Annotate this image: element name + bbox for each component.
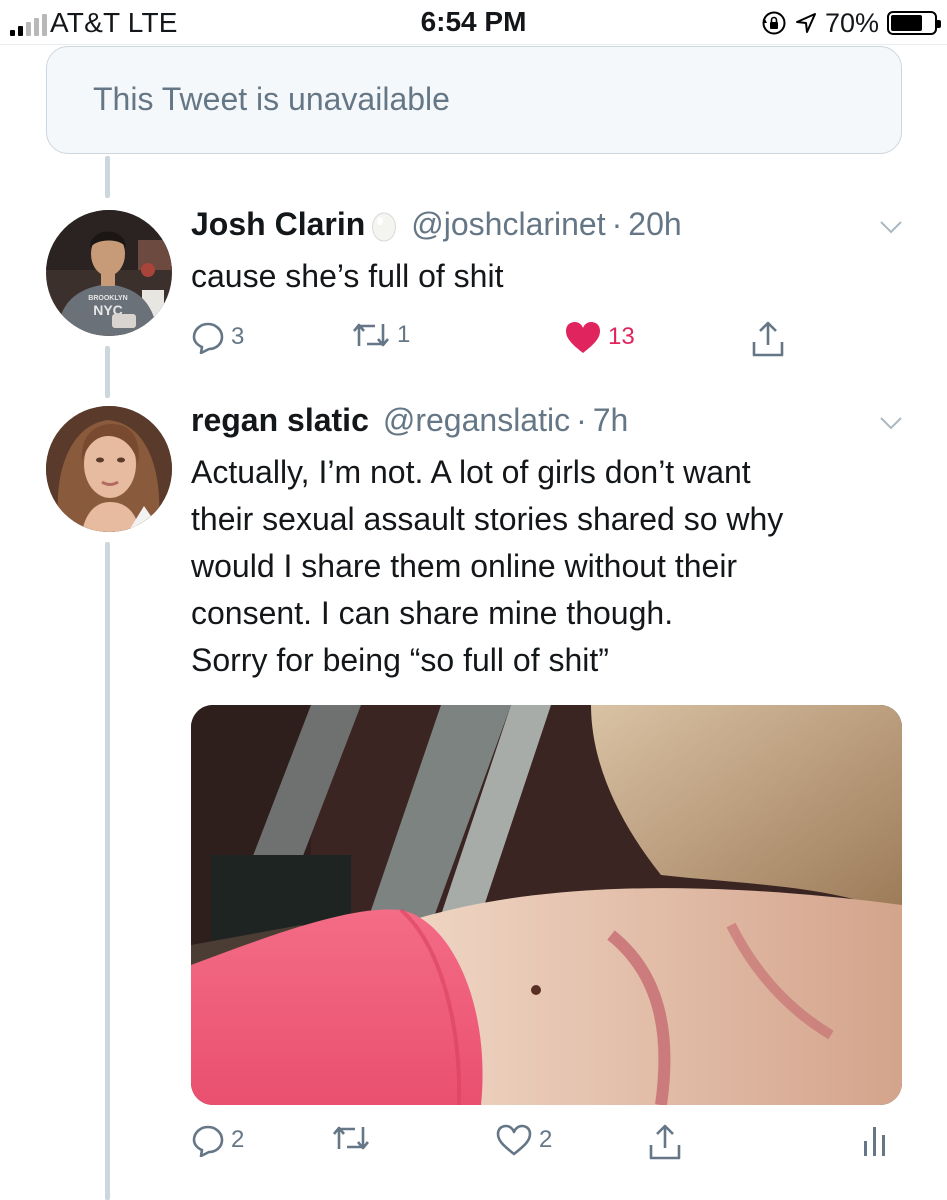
retweet-icon: [333, 1126, 369, 1150]
thread-line: [105, 542, 110, 1200]
separator-dot: ·: [611, 206, 623, 242]
display-name[interactable]: Josh Clarin: [191, 206, 365, 243]
thread-line: [105, 156, 110, 198]
reply-count: 2: [231, 1126, 245, 1153]
retweet-button[interactable]: [331, 1123, 377, 1153]
tweet-header: regan slatic @reganslatic · 7h: [191, 402, 628, 439]
avatar[interactable]: BROOKLYN NYC: [46, 210, 172, 336]
svg-text:BROOKLYN: BROOKLYN: [88, 295, 127, 302]
tweet-text-line: consent. I can share mine though.: [191, 595, 674, 631]
like-button[interactable]: 2: [495, 1123, 552, 1157]
unavailable-tweet-card: This Tweet is unavailable: [46, 46, 902, 154]
tweet-text: cause she’s full of shit: [191, 253, 503, 300]
share-button[interactable]: [751, 320, 785, 358]
tweet-photo[interactable]: [191, 705, 902, 1105]
battery-percent: 70%: [824, 7, 879, 38]
user-handle[interactable]: @joshclarinet: [411, 206, 605, 243]
unavailable-message: This Tweet is unavailable: [93, 81, 450, 117]
share-icon: [752, 321, 784, 357]
reply-button[interactable]: 3: [191, 320, 244, 354]
reply-button[interactable]: 2: [191, 1123, 244, 1157]
tweet-text-line: cause she’s full of shit: [191, 258, 504, 294]
status-bar: AT&T LTE 6:54 PM 70%: [0, 0, 947, 46]
egg-icon: [372, 212, 397, 241]
tweet-actions: 3 1 13: [191, 320, 811, 360]
analytics-icon: [864, 1127, 885, 1156]
reply-icon: [192, 322, 224, 354]
tweet-text-line: their sexual assault stories shared so w…: [191, 501, 784, 537]
avatar[interactable]: [46, 406, 172, 532]
chevron-down-icon[interactable]: [879, 416, 903, 430]
heart-filled-icon: [566, 322, 600, 353]
share-icon: [649, 1124, 681, 1160]
separator-dot: ·: [576, 402, 587, 438]
rotation-lock-icon: [762, 11, 786, 35]
tweet-text-line: would I share them online without their: [191, 548, 738, 584]
reply-count: 3: [231, 323, 245, 350]
analytics-button[interactable]: [863, 1123, 887, 1157]
tweet-timestamp[interactable]: 7h: [593, 402, 629, 439]
reply-icon: [192, 1125, 224, 1157]
battery-icon: [887, 11, 941, 35]
retweet-count: 1: [397, 321, 411, 348]
thread-line: [105, 346, 110, 398]
tweet-text-line: Sorry for being “so full of shit”: [191, 642, 609, 678]
display-name[interactable]: regan slatic: [191, 402, 369, 439]
chevron-down-icon[interactable]: [879, 220, 903, 234]
retweet-button[interactable]: 1: [351, 320, 410, 350]
location-arrow-icon: [795, 13, 816, 33]
retweet-icon: [353, 323, 389, 347]
like-count: 13: [608, 323, 635, 350]
tweet-header: Josh Clarin @joshclarinet · 20h: [191, 206, 682, 243]
share-button[interactable]: [648, 1123, 682, 1161]
tweet-text-line: Actually, I’m not. A lot of girls don’t …: [191, 454, 751, 490]
tweet-actions: 2 2: [191, 1123, 902, 1163]
user-handle[interactable]: @reganslatic: [383, 402, 570, 439]
like-button[interactable]: 13: [564, 320, 635, 354]
tweet-timestamp[interactable]: 20h: [628, 206, 681, 243]
tweet-text: Actually, I’m not. A lot of girls don’t …: [191, 449, 783, 684]
like-count: 2: [539, 1126, 553, 1153]
heart-outline-icon: [496, 1124, 532, 1156]
